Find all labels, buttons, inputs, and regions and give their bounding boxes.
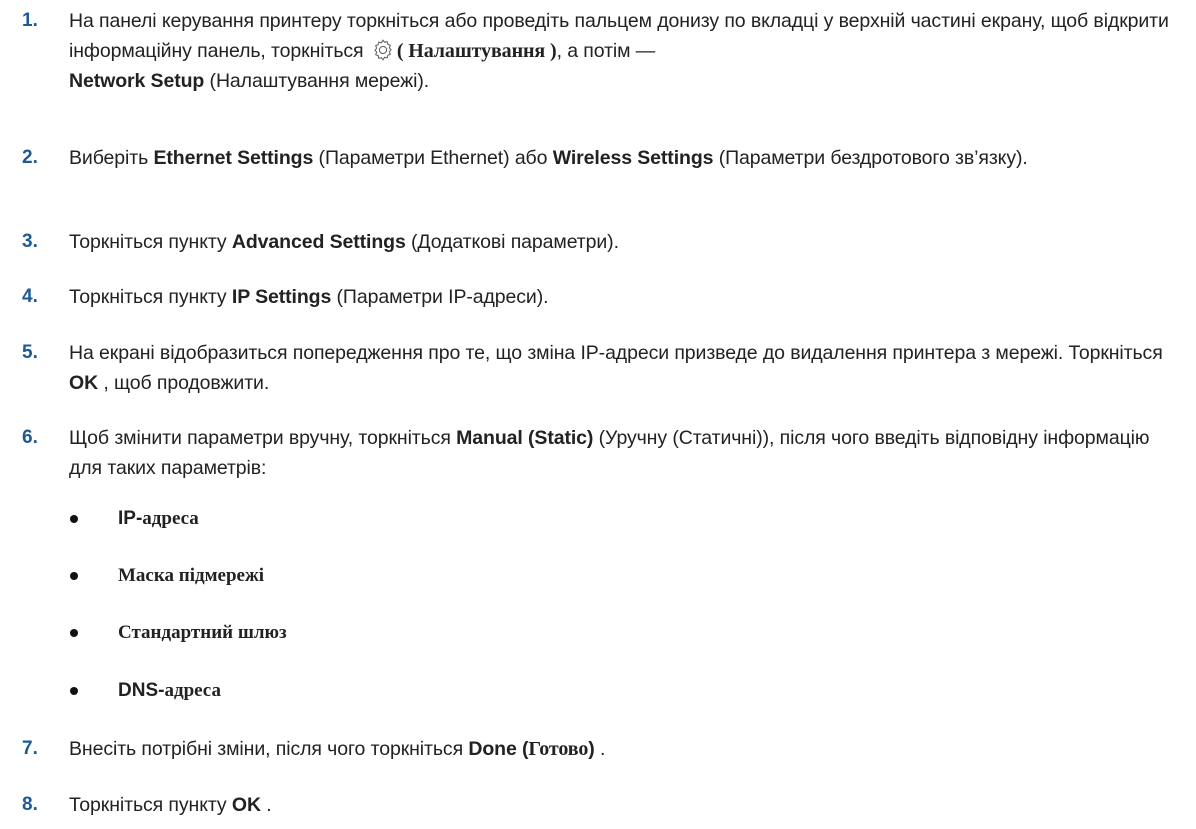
bullet-label: Стандартний шлюз (118, 622, 287, 643)
step-number: 3. (22, 231, 38, 252)
step-number: 7. (22, 738, 38, 759)
step-number: 2. (22, 147, 38, 168)
step-text: Внесіть потрібні зміни, після чого торкн… (69, 738, 606, 760)
bullet-label: DNS-адреса (118, 680, 221, 701)
bullet-dot (70, 629, 78, 637)
step-text: Торкніться пункту Advanced Settings (Дод… (69, 231, 619, 253)
bullet-dot (70, 687, 78, 695)
step-number: 8. (22, 794, 38, 815)
bullet-label: IP-адреса (118, 508, 199, 529)
step-text: Торкніться пункту OK . (69, 794, 272, 816)
step-text: Щоб змінити параметри вручну, торкніться… (69, 427, 1150, 479)
step-number: 1. (22, 10, 38, 31)
bullet-dot (70, 515, 78, 523)
list-item: IP-адреса (0, 504, 1196, 534)
list-item: DNS-адреса (0, 676, 1196, 706)
step-number: 5. (22, 342, 38, 363)
list-item: Маска підмережі (0, 561, 1196, 591)
step-text: Торкніться пункту IP Settings (Параметри… (69, 286, 549, 308)
step-text: На панелі керування принтеру торкніться … (69, 10, 1169, 92)
step-number: 6. (22, 427, 38, 448)
bullet-label: Маска підмережі (118, 565, 265, 586)
bullet-dot (70, 572, 78, 580)
list-item: Стандартний шлюз (0, 618, 1196, 648)
step-text: На екрані відобразиться попередження про… (69, 342, 1163, 394)
gear-icon (374, 39, 392, 61)
step-number: 4. (22, 286, 38, 307)
step-text: Виберіть Ethernet Settings (Параметри Et… (69, 147, 1028, 169)
